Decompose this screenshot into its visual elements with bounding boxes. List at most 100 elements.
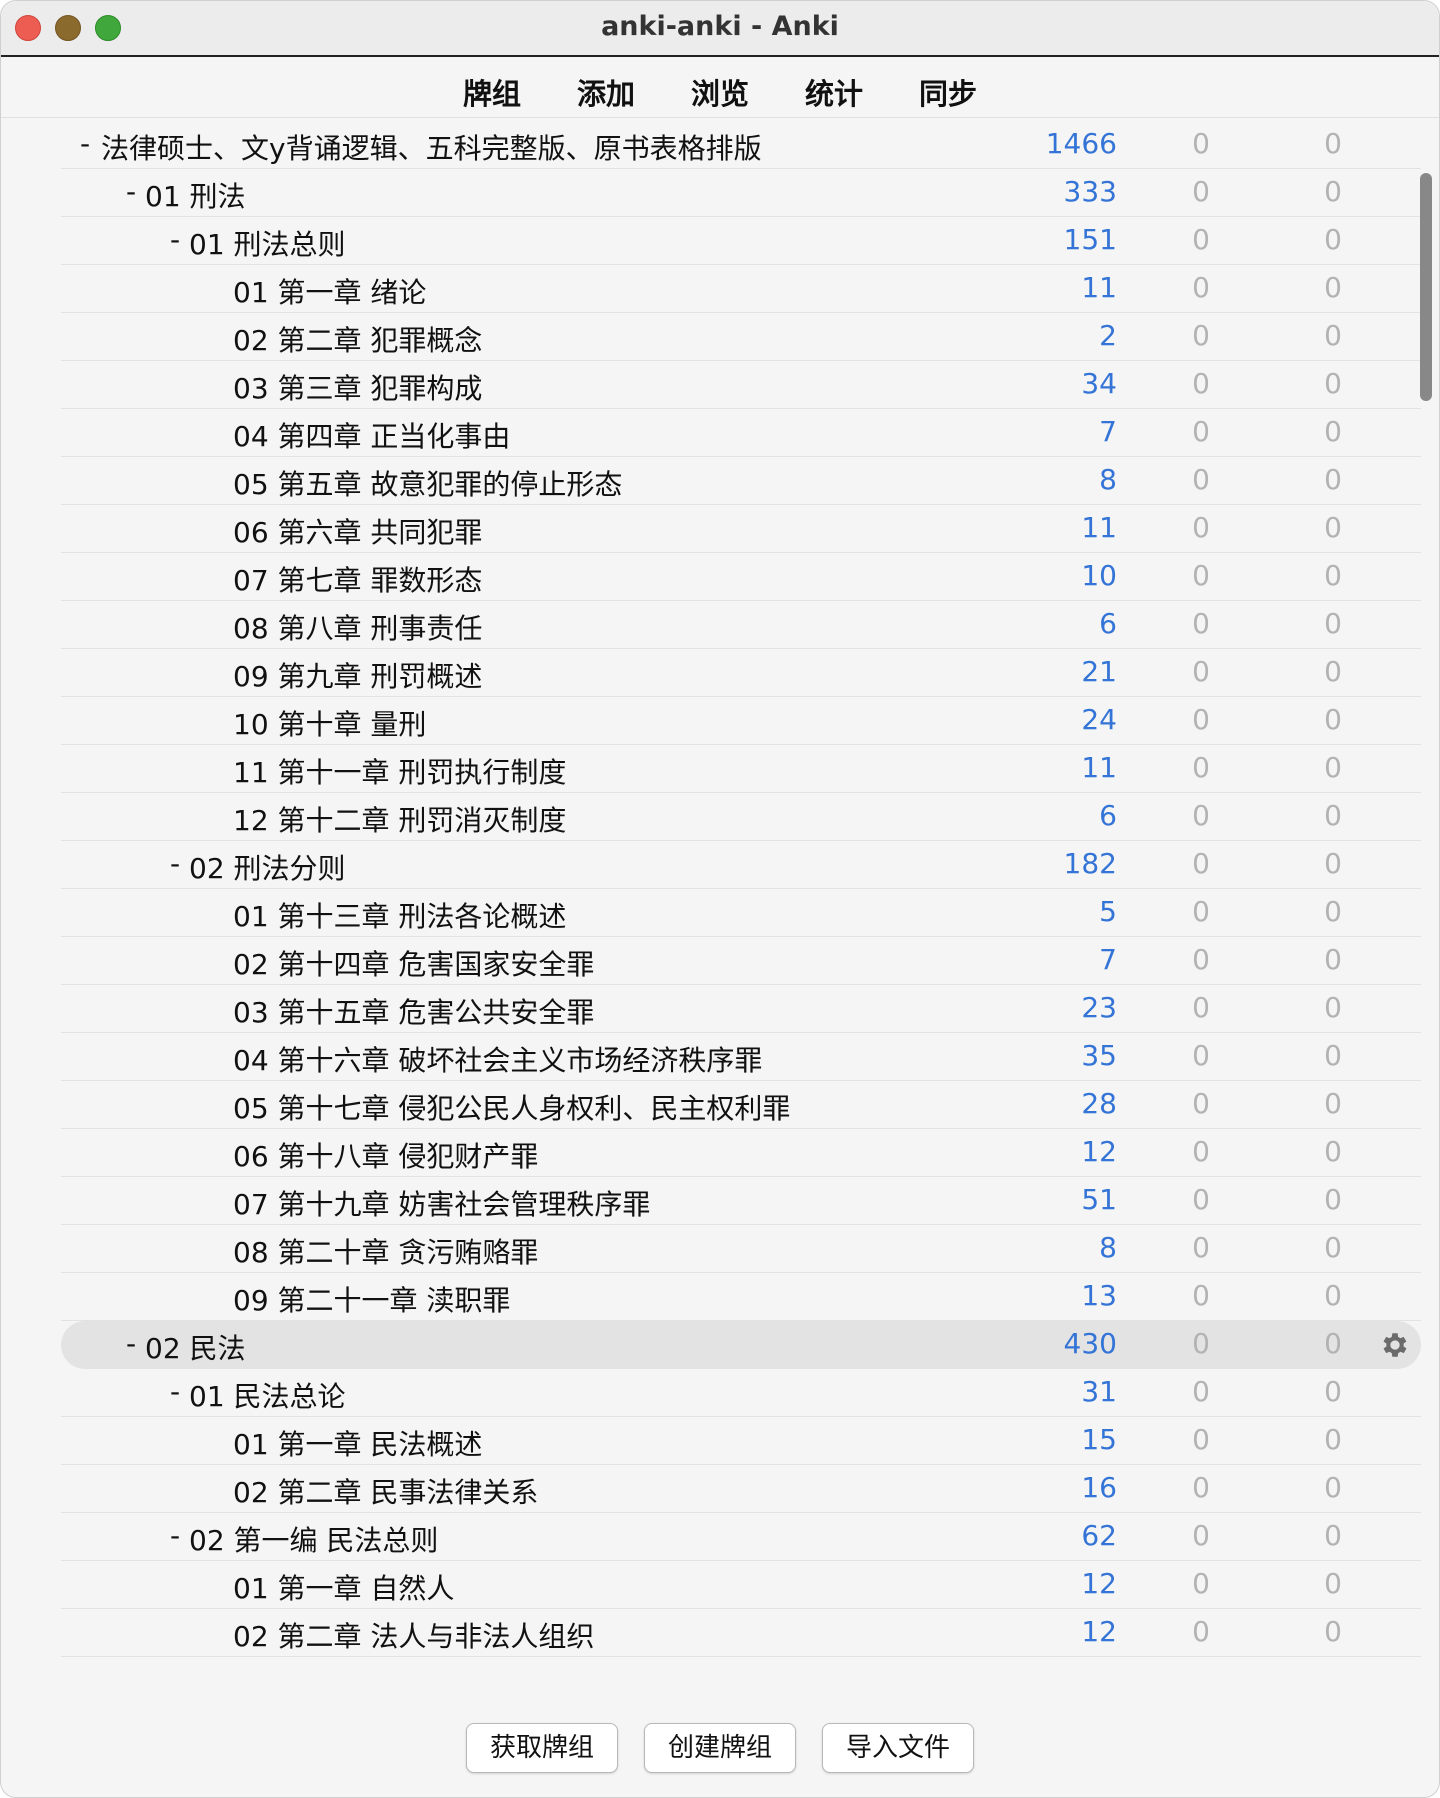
deck-name[interactable]: 01 第十三章 刑法各论概述 — [233, 895, 566, 935]
deck-name[interactable]: 03 第十五章 危害公共安全罪 — [233, 991, 594, 1031]
create-deck-button[interactable]: 创建牌组 — [644, 1723, 796, 1773]
deck-name[interactable]: 01 第一章 自然人 — [233, 1567, 454, 1607]
deck-row[interactable]: 01 第一章 民法概述 15 0 0 — [61, 1417, 1421, 1465]
deck-name[interactable]: 04 第四章 正当化事由 — [233, 415, 510, 455]
collapse-toggle[interactable]: - — [165, 847, 185, 880]
learn-count: 0 — [1192, 991, 1210, 1024]
deck-name[interactable]: 01 第一章 民法概述 — [233, 1423, 482, 1463]
deck-row[interactable]: 01 第一章 自然人 12 0 0 — [61, 1561, 1421, 1609]
deck-name[interactable]: 05 第十七章 侵犯公民人身权利、民主权利罪 — [233, 1087, 790, 1127]
deck-row[interactable]: -02 刑法分则 182 0 0 — [61, 841, 1421, 889]
deck-row[interactable]: 02 第二章 犯罪概念 2 0 0 — [61, 313, 1421, 361]
deck-name[interactable]: 02 第二章 犯罪概念 — [233, 319, 482, 359]
learn-count: 0 — [1192, 559, 1210, 592]
deck-row[interactable]: 06 第六章 共同犯罪 11 0 0 — [61, 505, 1421, 553]
deck-row[interactable]: 08 第二十章 贪污贿赂罪 8 0 0 — [61, 1225, 1421, 1273]
deck-row[interactable]: 02 第二章 民事法律关系 16 0 0 — [61, 1465, 1421, 1513]
deck-row[interactable]: -01 民法总论 31 0 0 — [61, 1369, 1421, 1417]
deck-name[interactable]: 07 第七章 罪数形态 — [233, 559, 482, 599]
deck-row[interactable]: - 法律硕士、文y背诵逻辑、五科完整版、原书表格排版 1466 0 0 — [61, 121, 1421, 169]
deck-row[interactable]: 07 第七章 罪数形态 10 0 0 — [61, 553, 1421, 601]
new-count: 0 — [1324, 415, 1342, 448]
new-count: 0 — [1324, 175, 1342, 208]
deck-list-scrollbar[interactable] — [1420, 173, 1432, 401]
deck-name[interactable]: 法律硕士、文y背诵逻辑、五科完整版、原书表格排版 — [101, 127, 762, 167]
deck-name[interactable]: 07 第十九章 妨害社会管理秩序罪 — [233, 1183, 650, 1223]
deck-name[interactable]: 01 刑法总则 — [189, 223, 346, 263]
tab-add[interactable]: 添加 — [549, 67, 663, 117]
tab-sync[interactable]: 同步 — [891, 67, 1005, 117]
deck-name[interactable]: 11 第十一章 刑罚执行制度 — [233, 751, 566, 791]
deck-row[interactable]: 05 第十七章 侵犯公民人身权利、民主权利罪 28 0 0 — [61, 1081, 1421, 1129]
deck-row[interactable]: 10 第十章 量刑 24 0 0 — [61, 697, 1421, 745]
due-count: 35 — [1081, 1039, 1117, 1072]
collapse-toggle[interactable]: - — [165, 223, 185, 256]
learn-count: 0 — [1192, 1519, 1210, 1552]
deck-row[interactable]: 03 第十五章 危害公共安全罪 23 0 0 — [61, 985, 1421, 1033]
tab-stats[interactable]: 统计 — [777, 67, 891, 117]
deck-row[interactable]: -02 第一编 民法总则 62 0 0 — [61, 1513, 1421, 1561]
deck-row[interactable]: 09 第二十一章 渎职罪 13 0 0 — [61, 1273, 1421, 1321]
deck-row[interactable]: 11 第十一章 刑罚执行制度 11 0 0 — [61, 745, 1421, 793]
collapse-toggle[interactable]: - — [75, 127, 95, 160]
deck-name[interactable]: 01 第一章 绪论 — [233, 271, 426, 311]
deck-row[interactable]: 03 第三章 犯罪构成 34 0 0 — [61, 361, 1421, 409]
deck-row[interactable]: 04 第十六章 破坏社会主义市场经济秩序罪 35 0 0 — [61, 1033, 1421, 1081]
new-count: 0 — [1324, 271, 1342, 304]
deck-name[interactable]: 02 第十四章 危害国家安全罪 — [233, 943, 594, 983]
deck-row[interactable]: -01 刑法 333 0 0 — [61, 169, 1421, 217]
deck-row[interactable]: 07 第十九章 妨害社会管理秩序罪 51 0 0 — [61, 1177, 1421, 1225]
deck-row[interactable]: 05 第五章 故意犯罪的停止形态 8 0 0 — [61, 457, 1421, 505]
deck-name[interactable]: 05 第五章 故意犯罪的停止形态 — [233, 463, 622, 503]
deck-name[interactable]: 01 民法总论 — [189, 1375, 346, 1415]
deck-name[interactable]: 08 第二十章 贪污贿赂罪 — [233, 1231, 538, 1271]
due-count: 8 — [1099, 1231, 1117, 1264]
learn-count: 0 — [1192, 703, 1210, 736]
collapse-toggle[interactable]: - — [121, 1327, 141, 1360]
deck-row[interactable]: 08 第八章 刑事责任 6 0 0 — [61, 601, 1421, 649]
deck-name[interactable]: 06 第六章 共同犯罪 — [233, 511, 482, 551]
collapse-toggle[interactable]: - — [165, 1519, 185, 1552]
deck-row[interactable]: 06 第十八章 侵犯财产罪 12 0 0 — [61, 1129, 1421, 1177]
deck-name[interactable]: 01 刑法 — [145, 175, 246, 215]
deck-name[interactable]: 02 刑法分则 — [189, 847, 346, 887]
due-count: 182 — [1063, 847, 1117, 880]
deck-row[interactable]: 02 第十四章 危害国家安全罪 7 0 0 — [61, 937, 1421, 985]
deck-name[interactable]: 09 第九章 刑罚概述 — [233, 655, 482, 695]
deck-name[interactable]: 03 第三章 犯罪构成 — [233, 367, 482, 407]
deck-row[interactable]: 12 第十二章 刑罚消灭制度 6 0 0 — [61, 793, 1421, 841]
tab-browse[interactable]: 浏览 — [663, 67, 777, 117]
deck-name[interactable]: 10 第十章 量刑 — [233, 703, 426, 743]
collapse-toggle[interactable]: - — [165, 1375, 185, 1408]
due-count: 7 — [1099, 415, 1117, 448]
new-count: 0 — [1324, 895, 1342, 928]
deck-name[interactable]: 06 第十八章 侵犯财产罪 — [233, 1135, 538, 1175]
due-count: 51 — [1081, 1183, 1117, 1216]
deck-row[interactable]: -01 刑法总则 151 0 0 — [61, 217, 1421, 265]
tab-decks[interactable]: 牌组 — [435, 67, 549, 117]
deck-row[interactable]: 01 第十三章 刑法各论概述 5 0 0 — [61, 889, 1421, 937]
deck-name[interactable]: 04 第十六章 破坏社会主义市场经济秩序罪 — [233, 1039, 762, 1079]
learn-count: 0 — [1192, 751, 1210, 784]
new-count: 0 — [1324, 655, 1342, 688]
new-count: 0 — [1324, 223, 1342, 256]
due-count: 28 — [1081, 1087, 1117, 1120]
deck-name[interactable]: 02 第二章 民事法律关系 — [233, 1471, 538, 1511]
collapse-toggle[interactable]: - — [121, 175, 141, 208]
deck-name[interactable]: 09 第二十一章 渎职罪 — [233, 1279, 510, 1319]
new-count: 0 — [1324, 607, 1342, 640]
import-file-button[interactable]: 导入文件 — [822, 1723, 974, 1773]
deck-name[interactable]: 12 第十二章 刑罚消灭制度 — [233, 799, 566, 839]
deck-row[interactable]: 02 第二章 法人与非法人组织 12 0 0 — [61, 1609, 1421, 1657]
deck-name[interactable]: 02 民法 — [145, 1327, 246, 1367]
new-count: 0 — [1324, 1279, 1342, 1312]
deck-name[interactable]: 02 第二章 法人与非法人组织 — [233, 1615, 594, 1655]
gear-icon[interactable] — [1379, 1329, 1411, 1361]
deck-row[interactable]: 09 第九章 刑罚概述 21 0 0 — [61, 649, 1421, 697]
deck-row[interactable]: -02 民法 430 0 0 — [61, 1321, 1421, 1369]
deck-name[interactable]: 08 第八章 刑事责任 — [233, 607, 482, 647]
deck-name[interactable]: 02 第一编 民法总则 — [189, 1519, 438, 1559]
deck-row[interactable]: 04 第四章 正当化事由 7 0 0 — [61, 409, 1421, 457]
deck-row[interactable]: 01 第一章 绪论 11 0 0 — [61, 265, 1421, 313]
get-shared-decks-button[interactable]: 获取牌组 — [466, 1723, 618, 1773]
